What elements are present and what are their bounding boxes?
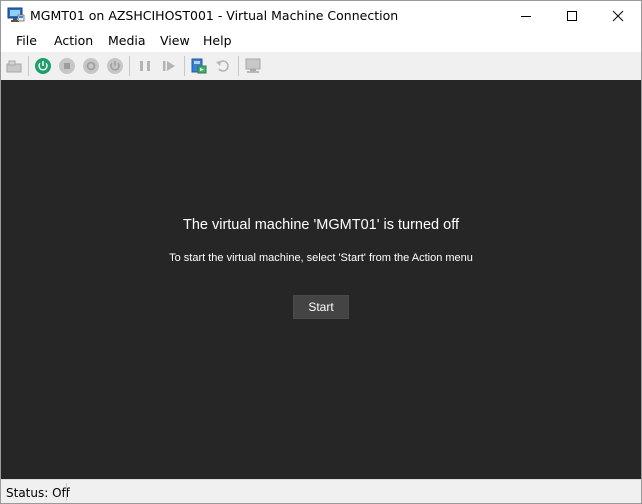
menu-bar: File Action Media View Help	[1, 30, 641, 52]
ctrl-alt-del-button[interactable]	[4, 56, 24, 76]
menu-action[interactable]: Action	[54, 33, 93, 48]
title-bar: MGMT01 on AZSHCIHOST001 - Virtual Machin…	[1, 1, 641, 30]
menu-help[interactable]: Help	[203, 33, 232, 48]
turn-off-icon	[59, 58, 75, 74]
turn-off-button[interactable]	[57, 56, 77, 76]
start-icon	[35, 58, 51, 74]
revert-button[interactable]	[213, 56, 233, 76]
vm-display-area: The virtual machine 'MGMT01' is turned o…	[1, 80, 641, 479]
toolbar-separator	[129, 56, 130, 76]
enhanced-session-button[interactable]	[243, 56, 263, 76]
shut-down-button[interactable]	[81, 56, 101, 76]
save-icon	[107, 58, 123, 74]
start-toolbar-button[interactable]	[33, 56, 53, 76]
maximize-icon	[567, 10, 577, 21]
ctrl-alt-del-icon	[6, 60, 22, 73]
minimize-button[interactable]	[503, 1, 549, 30]
menu-file[interactable]: File	[16, 33, 37, 48]
status-separator	[66, 483, 67, 501]
window-title: MGMT01 on AZSHCIHOST001 - Virtual Machin…	[30, 8, 399, 23]
close-button[interactable]	[595, 1, 641, 30]
shut-down-icon	[83, 58, 99, 74]
enhanced-session-icon	[245, 58, 261, 73]
resume-button[interactable]	[159, 56, 179, 76]
pause-icon	[140, 61, 150, 71]
vm-connection-window: MGMT01 on AZSHCIHOST001 - Virtual Machin…	[0, 0, 642, 504]
toolbar-separator	[238, 56, 239, 76]
vm-connection-app-icon	[7, 6, 25, 24]
menu-view[interactable]: View	[160, 33, 190, 48]
resume-icon	[163, 61, 175, 71]
pause-button[interactable]	[135, 56, 155, 76]
menu-media[interactable]: Media	[108, 33, 146, 48]
close-icon	[612, 10, 624, 21]
vm-off-message: The virtual machine 'MGMT01' is turned o…	[182, 217, 460, 233]
start-button[interactable]: Start	[293, 295, 349, 319]
status-text: Status: Off	[6, 486, 70, 500]
toolbar-separator	[184, 56, 185, 76]
checkpoint-icon	[191, 58, 207, 74]
status-bar: Status: Off	[1, 479, 641, 503]
minimize-icon	[521, 15, 531, 17]
maximize-button[interactable]	[549, 1, 595, 30]
checkpoint-button[interactable]	[189, 56, 209, 76]
revert-icon	[216, 60, 229, 72]
toolbar	[1, 52, 641, 80]
save-button[interactable]	[105, 56, 125, 76]
toolbar-separator	[28, 56, 29, 76]
vm-start-hint: To start the virtual machine, select 'St…	[169, 252, 473, 264]
